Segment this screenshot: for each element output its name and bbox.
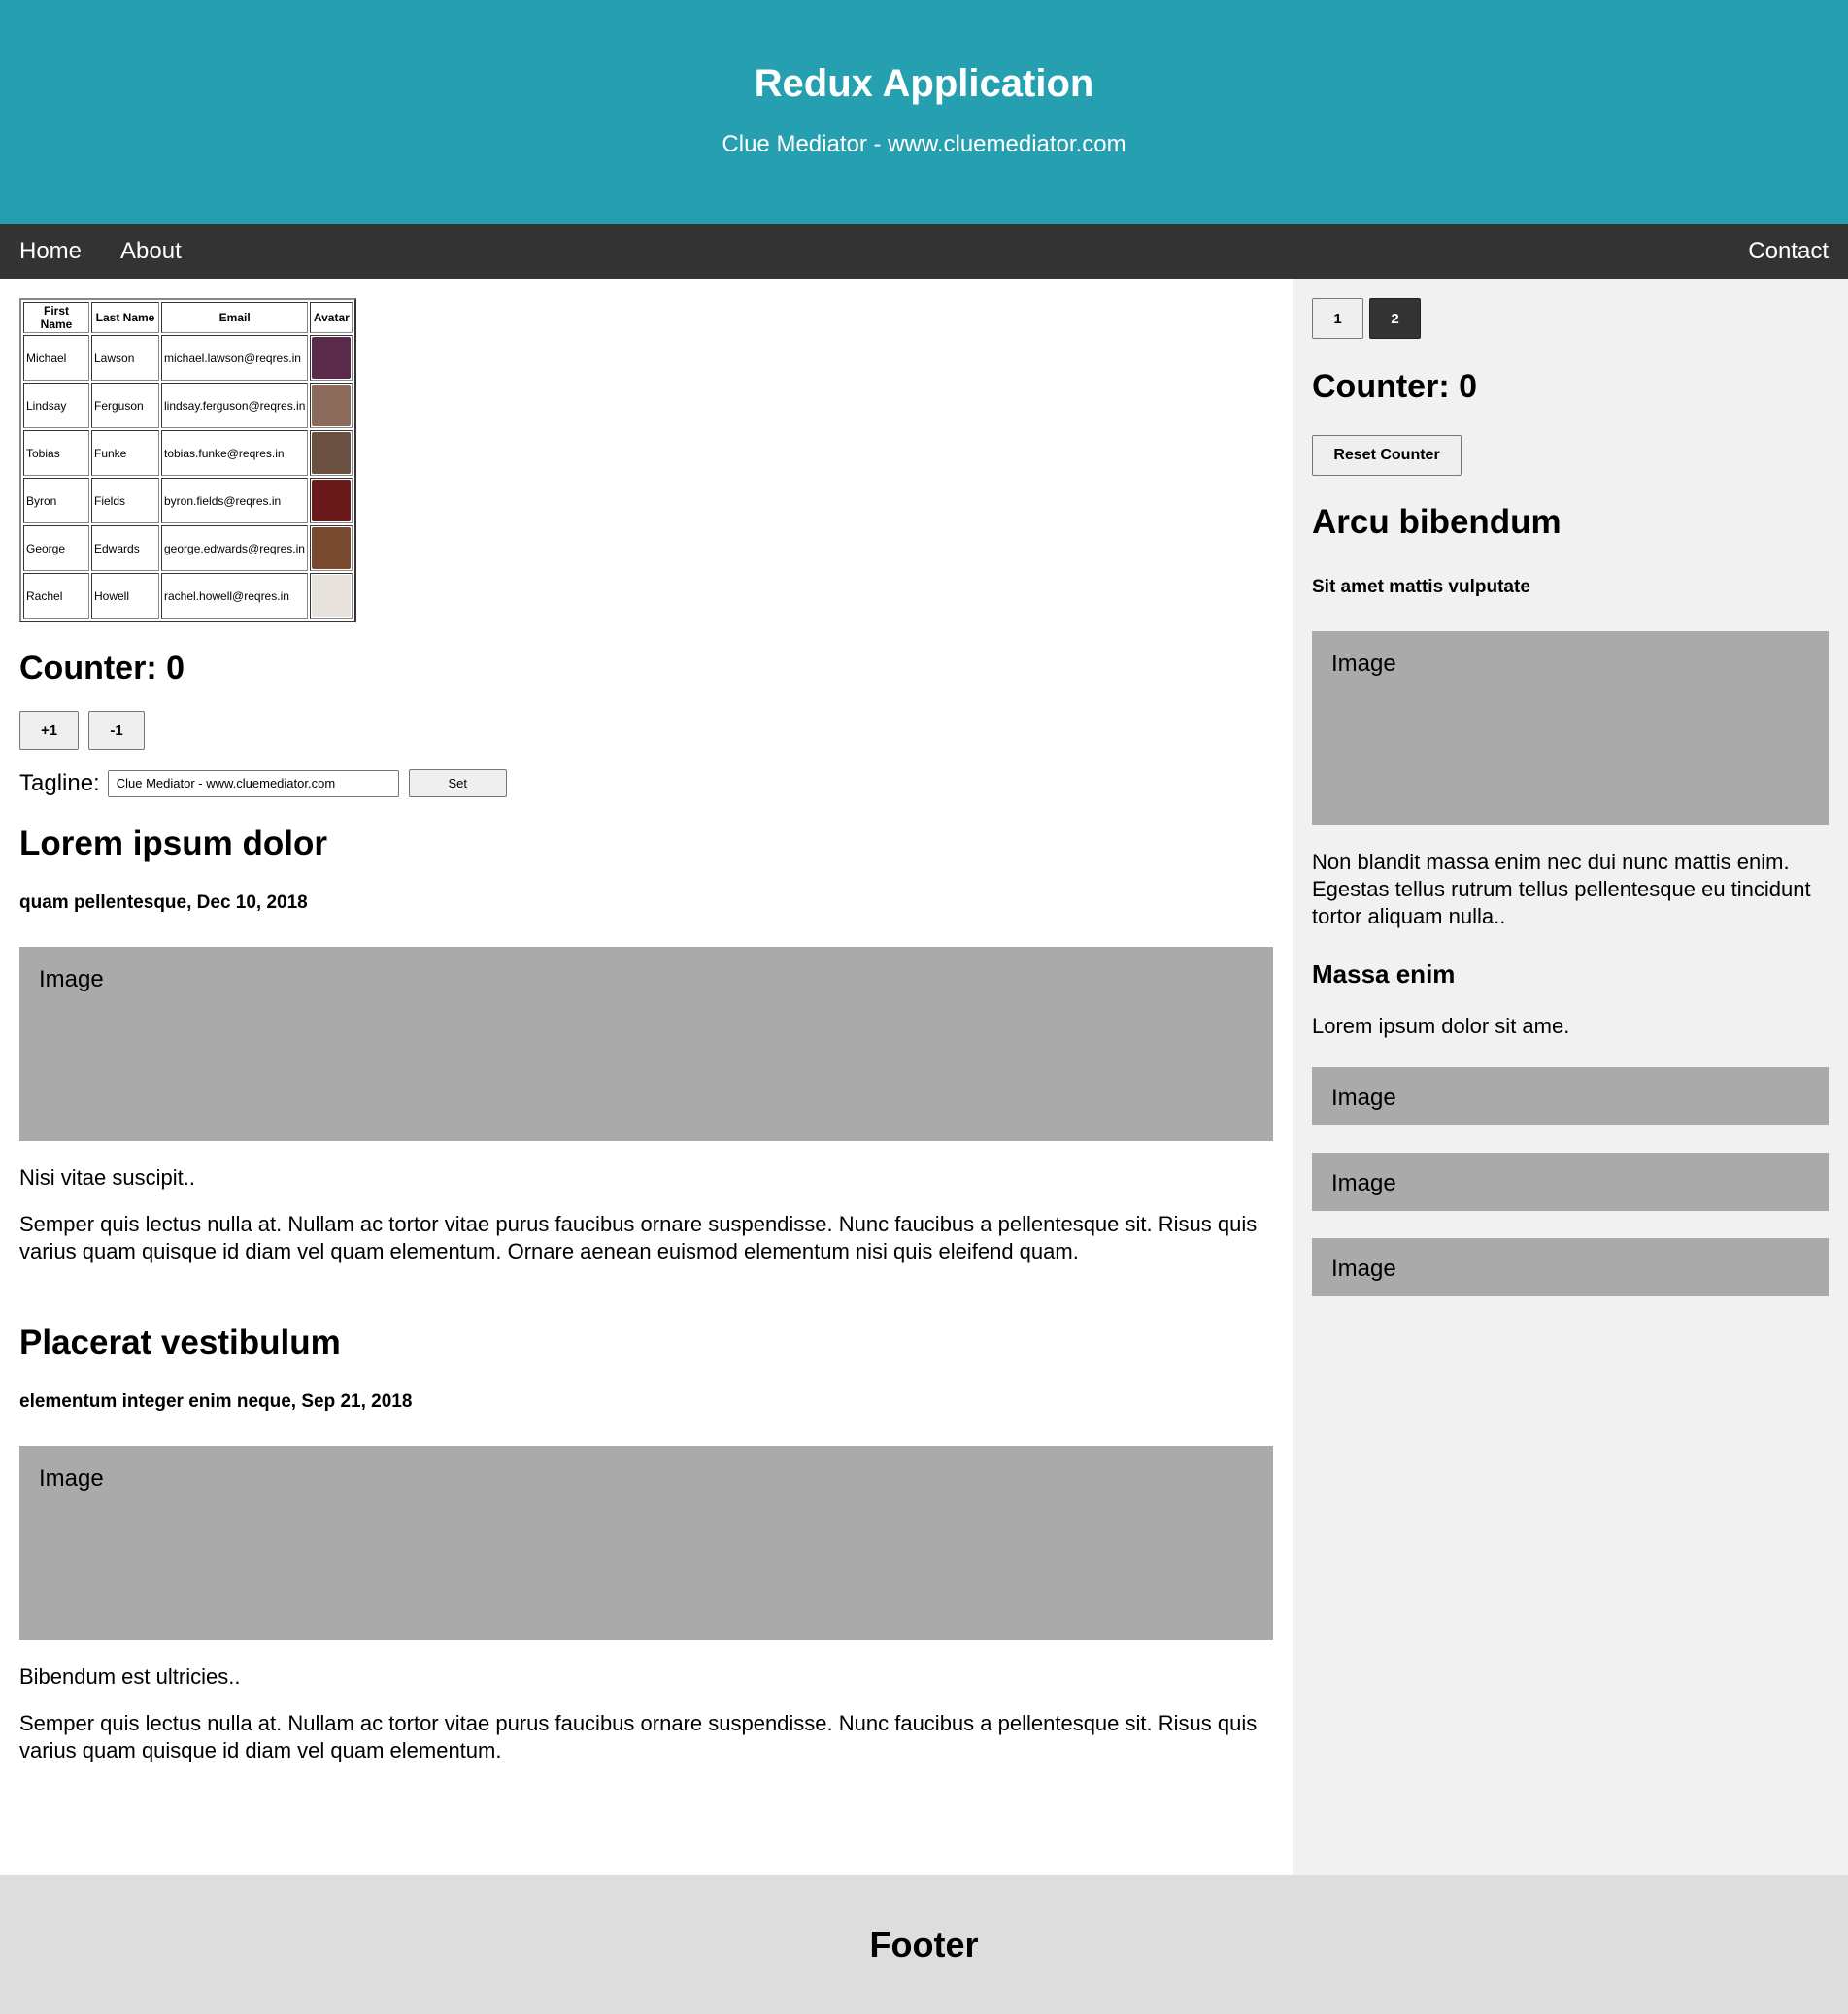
cell-first: Michael [23, 335, 89, 381]
app-tagline: Clue Mediator - www.cluemediator.com [722, 131, 1126, 157]
counter-heading: Counter: 0 [19, 650, 185, 687]
sidebar-title: Arcu bibendum [1312, 503, 1562, 541]
table-row: Byron Fields byron.fields@reqres.in [23, 478, 353, 523]
footer: Footer [0, 1875, 1848, 2014]
tagline-input[interactable] [107, 769, 399, 797]
cell-email: rachel.howell@reqres.in [161, 573, 309, 619]
counter-buttons: +1 -1 [19, 711, 1273, 750]
post-card: Lorem ipsum dolor quam pellentesque, Dec… [19, 824, 1273, 1265]
cell-last: Ferguson [91, 383, 159, 428]
decrement-button[interactable]: -1 [88, 711, 145, 750]
sidebar: 1 2 Counter: 0 Reset Counter Arcu bibend… [1293, 279, 1848, 1875]
post-body: Semper quis lectus nulla at. Nullam ac t… [19, 1711, 1258, 1762]
avatar [312, 337, 352, 379]
page-2-button[interactable]: 2 [1369, 298, 1421, 339]
nav-home-link[interactable]: Home [19, 238, 82, 265]
cell-email: george.edwards@reqres.in [161, 525, 309, 571]
post-card: Placerat vestibulum elementum integer en… [19, 1324, 1273, 1764]
reset-counter-button[interactable]: Reset Counter [1312, 435, 1462, 476]
cell-email: lindsay.ferguson@reqres.in [161, 383, 309, 428]
table-row: George Edwards george.edwards@reqres.in [23, 525, 353, 571]
content-row: First Name Last Name Email Avatar Michae… [0, 279, 1848, 1875]
cell-first: Lindsay [23, 383, 89, 428]
sidebar-image-placeholder: Image [1312, 631, 1829, 825]
avatar [312, 432, 352, 474]
sidebar-description: Non blandit massa enim nec dui nunc matt… [1312, 850, 1811, 928]
post-image-placeholder: Image [19, 947, 1273, 1141]
column-header-avatar: Avatar [310, 302, 353, 333]
cell-last: Fields [91, 478, 159, 523]
table-header-row: First Name Last Name Email Avatar [23, 302, 353, 333]
sidebar-small-image: Image [1312, 1153, 1829, 1211]
cell-avatar [310, 573, 353, 619]
cell-email: byron.fields@reqres.in [161, 478, 309, 523]
avatar [312, 480, 352, 521]
post-title: Lorem ipsum dolor [19, 824, 327, 862]
header: Redux Application Clue Mediator - www.cl… [0, 0, 1848, 224]
app-title: Redux Application [754, 62, 1094, 105]
cell-avatar [310, 430, 353, 476]
pagination: 1 2 [1312, 298, 1829, 339]
top-nav: Home About Contact [0, 224, 1848, 279]
table-row: Michael Lawson michael.lawson@reqres.in [23, 335, 353, 381]
cell-last: Lawson [91, 335, 159, 381]
sidebar-section-title: Massa enim [1312, 959, 1456, 989]
table-row: Tobias Funke tobias.funke@reqres.in [23, 430, 353, 476]
nav-about-link[interactable]: About [120, 238, 182, 265]
sidebar-counter-heading: Counter: 0 [1312, 368, 1477, 405]
column-header-email: Email [161, 302, 309, 333]
cell-last: Funke [91, 430, 159, 476]
avatar [312, 575, 352, 617]
cell-first: Tobias [23, 430, 89, 476]
users-table: First Name Last Name Email Avatar Michae… [19, 298, 357, 622]
increment-button[interactable]: +1 [19, 711, 79, 750]
cell-email: michael.lawson@reqres.in [161, 335, 309, 381]
sidebar-small-image: Image [1312, 1067, 1829, 1125]
cell-avatar [310, 335, 353, 381]
post-meta: elementum integer enim neque, Sep 21, 20… [19, 1392, 413, 1412]
post-image-placeholder: Image [19, 1446, 1273, 1640]
column-header-last-name: Last Name [91, 302, 159, 333]
tagline-label: Tagline: [19, 769, 100, 796]
column-header-first-name: First Name [23, 302, 89, 333]
cell-email: tobias.funke@reqres.in [161, 430, 309, 476]
cell-last: Edwards [91, 525, 159, 571]
table-row: Lindsay Ferguson lindsay.ferguson@reqres.i… [23, 383, 353, 428]
post-body: Semper quis lectus nulla at. Nullam ac t… [19, 1212, 1258, 1263]
post-summary: Nisi vitae suscipit.. [19, 1165, 195, 1190]
cell-avatar [310, 383, 353, 428]
footer-text: Footer [869, 1924, 979, 1964]
sidebar-small-image: Image [1312, 1238, 1829, 1296]
main-column: First Name Last Name Email Avatar Michae… [0, 279, 1293, 1875]
table-row: Rachel Howell rachel.howell@reqres.in [23, 573, 353, 619]
cell-first: George [23, 525, 89, 571]
avatar [312, 385, 352, 426]
cell-avatar [310, 525, 353, 571]
cell-first: Rachel [23, 573, 89, 619]
post-title: Placerat vestibulum [19, 1324, 341, 1361]
page-1-button[interactable]: 1 [1312, 298, 1363, 339]
sidebar-section-text: Lorem ipsum dolor sit ame. [1312, 1014, 1570, 1038]
nav-contact-link[interactable]: Contact [1748, 238, 1829, 265]
users-table-body: Michael Lawson michael.lawson@reqres.in Lin… [23, 335, 353, 619]
post-summary: Bibendum est ultricies.. [19, 1664, 241, 1689]
set-tagline-button[interactable]: Set [408, 769, 507, 797]
tagline-form: Tagline: Set [19, 769, 1273, 797]
post-meta: quam pellentesque, Dec 10, 2018 [19, 892, 308, 913]
sidebar-subtitle: Sit amet mattis vulputate [1312, 577, 1530, 597]
cell-first: Byron [23, 478, 89, 523]
cell-last: Howell [91, 573, 159, 619]
cell-avatar [310, 478, 353, 523]
avatar [312, 527, 352, 569]
